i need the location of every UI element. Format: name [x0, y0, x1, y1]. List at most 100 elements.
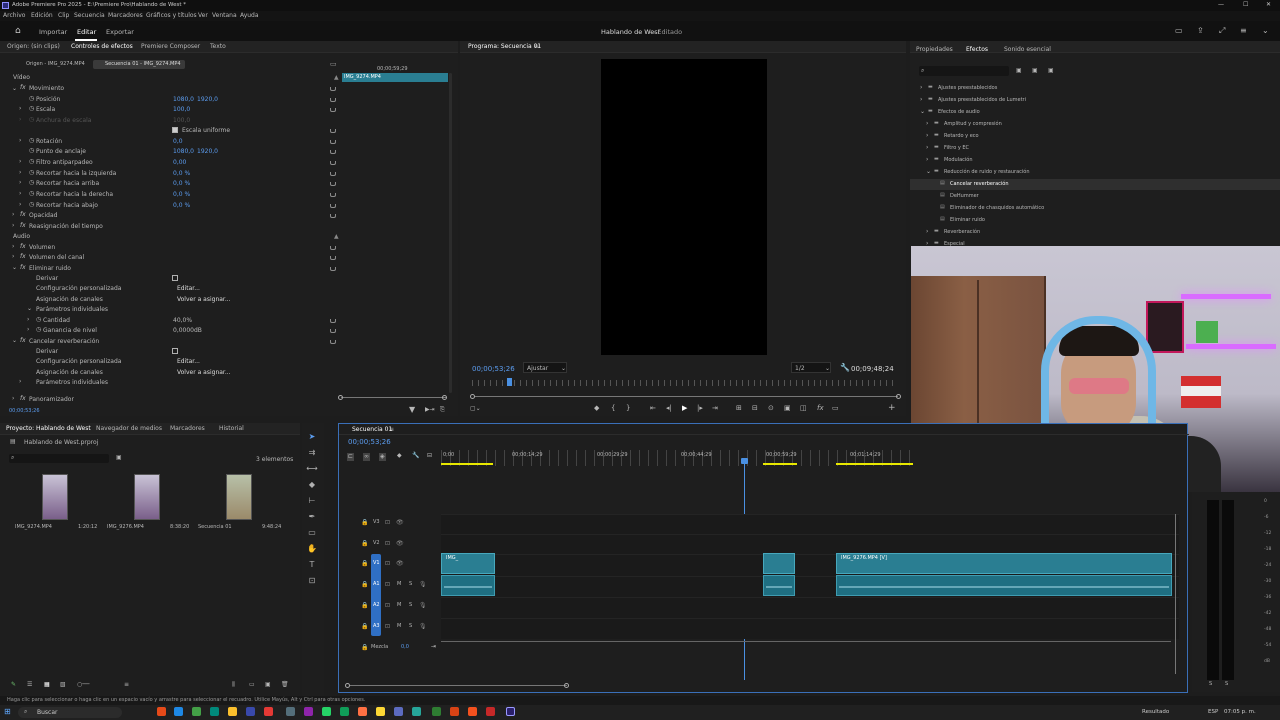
pen-tool-icon[interactable]: ✒ — [306, 512, 318, 522]
go-to-out-icon[interactable]: ⇥ — [712, 405, 718, 412]
go-end-icon[interactable]: ⇥ — [431, 644, 436, 650]
program-timecode[interactable]: 00;00;53;26 — [472, 366, 515, 373]
hscroll-handle-right[interactable] — [564, 683, 569, 688]
value-escala[interactable]: 100,0 — [173, 107, 190, 113]
taskbar-app-icon[interactable] — [450, 707, 459, 716]
reset-icon[interactable] — [330, 267, 336, 271]
expand-icon[interactable]: › — [27, 317, 29, 323]
insert-icon[interactable]: ◈ — [379, 453, 386, 461]
expand-icon[interactable]: › — [12, 223, 14, 229]
collapse-icon[interactable]: ⌄ — [1262, 27, 1269, 35]
expand-icon[interactable]: ⌄ — [12, 265, 17, 271]
hscroll-handle-left[interactable] — [345, 683, 350, 688]
value-ganancia[interactable]: 0,0000dB — [173, 328, 202, 334]
windows-start-icon[interactable]: ⊞ — [4, 708, 11, 716]
expand-icon[interactable]: ⌄ — [12, 86, 17, 92]
workspaces-icon[interactable]: ▭ — [1175, 27, 1183, 35]
minimize-icon[interactable]: — — [1218, 2, 1224, 8]
value-ancla-y[interactable]: 1920,0 — [197, 149, 218, 155]
solo-button[interactable]: S — [409, 582, 412, 587]
taskbar-app-icon[interactable] — [486, 707, 495, 716]
effects-tree-item[interactable]: › ▬ Filtro y EC — [910, 143, 1280, 154]
new-bin-icon[interactable]: ▣ — [1016, 68, 1022, 74]
tab-navegador[interactable]: Navegador de medios — [96, 426, 162, 432]
extract-icon[interactable]: ⊟ — [752, 405, 758, 412]
timeline-hscroll[interactable] — [349, 685, 567, 686]
program-playhead[interactable] — [507, 378, 512, 386]
track-label-a1[interactable]: A1 — [373, 582, 380, 587]
expand-icon[interactable]: › — [926, 229, 928, 235]
mic-icon[interactable]: 🎙 — [419, 623, 427, 630]
tab-exportar[interactable]: Exportar — [106, 29, 134, 36]
value-ancla-x[interactable]: 1080,0 — [173, 149, 194, 155]
expand-icon[interactable]: ⌄ — [926, 169, 931, 175]
taskbar-app-icon[interactable] — [228, 707, 237, 716]
settings-icon[interactable]: ▢⌄ — [470, 406, 481, 412]
thumbnail-item-2[interactable] — [134, 474, 160, 520]
stopwatch-icon[interactable]: ◷ — [29, 106, 34, 112]
menu-icon[interactable]: ≡ — [1240, 27, 1247, 35]
work-area-bar[interactable] — [763, 463, 797, 465]
ec-scroll-handle-left[interactable] — [338, 395, 343, 400]
value-rotacion[interactable]: 0,0 — [173, 139, 183, 145]
track-label-v3[interactable]: V3 — [373, 520, 380, 525]
expand-icon[interactable]: › — [12, 254, 14, 260]
mute-button[interactable]: M — [397, 582, 401, 587]
effects-tree-item[interactable]: ▤ Eliminar ruido — [910, 215, 1280, 226]
audio-clip-1[interactable] — [441, 575, 495, 596]
quality-dropdown[interactable]: 1/2 ⌄ — [791, 362, 831, 373]
tab-texto[interactable]: Texto — [210, 44, 226, 50]
tab-sonido-esencial[interactable]: Sonido esencial — [1004, 47, 1051, 53]
reset-icon[interactable] — [330, 172, 336, 176]
editar-button-2[interactable]: Editar... — [177, 359, 200, 365]
expand-icon[interactable]: › — [12, 212, 14, 218]
taskbar-app-icon[interactable] — [246, 707, 255, 716]
taskbar-app-icon[interactable] — [432, 707, 441, 716]
stopwatch-icon[interactable]: ◷ — [29, 170, 34, 176]
expand-icon[interactable]: › — [920, 85, 922, 91]
sync-icon[interactable]: ⊡ — [385, 519, 390, 526]
menu-ventana[interactable]: Ventana — [212, 13, 237, 19]
vr-icon[interactable]: ◫ — [800, 405, 807, 412]
play-clip-icon[interactable]: ▶⇥ — [425, 407, 435, 413]
safe-margins-icon[interactable]: ▭ — [832, 405, 839, 412]
share-icon[interactable]: ⇪ — [1197, 27, 1204, 35]
step-forward-icon[interactable]: |▸ — [697, 405, 703, 412]
reset-icon[interactable] — [330, 87, 336, 91]
razor-tool-icon[interactable]: ◆ — [306, 480, 318, 490]
value-recortar-izquierda[interactable]: 0,0 % — [173, 171, 190, 177]
expand-icon[interactable]: › — [19, 117, 21, 123]
menu-clip[interactable]: Clip — [58, 13, 69, 19]
ec-scroll-handle-right[interactable] — [442, 395, 447, 400]
play-icon[interactable]: ▶ — [682, 405, 687, 412]
pin-icon[interactable]: ▭ — [330, 61, 337, 68]
audio-clip-2[interactable] — [763, 575, 795, 596]
video-clip-1[interactable]: IMG_ — [441, 553, 495, 574]
settings-wrench-icon[interactable]: 🔧 — [412, 453, 419, 459]
stopwatch-icon[interactable]: ◷ — [36, 317, 41, 323]
track-label-a3[interactable]: A3 — [373, 624, 380, 629]
stopwatch-icon[interactable]: ◷ — [29, 159, 34, 165]
taskbar-app-icon[interactable] — [394, 707, 403, 716]
reset-icon[interactable] — [330, 161, 336, 165]
stopwatch-icon[interactable]: ◷ — [29, 148, 34, 154]
value-recortar-arriba[interactable]: 0,0 % — [173, 181, 190, 187]
value-antiparpadeo[interactable]: 0,00 — [173, 160, 186, 166]
sync-icon[interactable]: ⊡ — [385, 540, 390, 547]
reset-icon[interactable] — [330, 182, 336, 186]
expand-icon[interactable]: › — [12, 244, 14, 250]
timeline-menu-icon[interactable]: ≡ — [389, 427, 394, 433]
reset-icon[interactable] — [330, 246, 336, 250]
taskbar-app-icon[interactable] — [304, 707, 313, 716]
mute-button[interactable]: M — [397, 603, 401, 608]
solo-button[interactable]: S — [409, 624, 412, 629]
menu-edicion[interactable]: Edición — [31, 13, 53, 19]
taskbar-search[interactable]: ⌕ Buscar — [18, 707, 122, 718]
taskbar-app-icon[interactable] — [322, 707, 331, 716]
taskbar-app-icon[interactable] — [192, 707, 201, 716]
value-posicion-y[interactable]: 1920,0 — [197, 97, 218, 103]
tab-controles-efectos[interactable]: Controles de efectos — [71, 44, 133, 50]
taskbar-app-icon[interactable] — [412, 707, 421, 716]
taskbar-app-icon[interactable] — [264, 707, 273, 716]
solo-left-button[interactable]: S — [1209, 682, 1212, 687]
